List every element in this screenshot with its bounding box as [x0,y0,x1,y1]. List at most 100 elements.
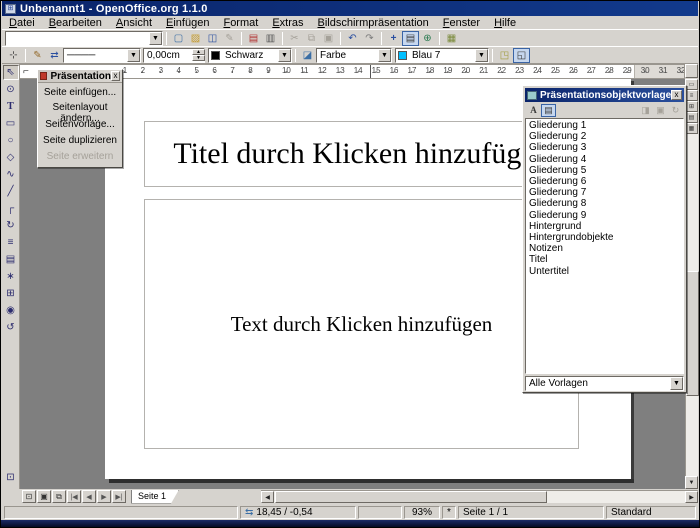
page-template-field[interactable]: Standard [606,506,696,519]
last-page-button[interactable]: ▶| [112,490,126,503]
vertical-scrollbar-thumb[interactable] [686,271,699,396]
line-tool-icon[interactable]: ╱ [3,184,19,199]
style-list-item[interactable]: Gliederung 2 [527,131,683,142]
close-icon[interactable]: x [671,90,682,100]
line-icon[interactable]: ✎ [29,48,46,63]
menu-extras[interactable]: Extras [265,16,310,30]
text-tool-icon[interactable]: T [3,99,19,114]
ruler-corner-button[interactable] [685,64,698,78]
stylist-titlebar[interactable]: Präsentationsobjektvorlagen x [525,88,684,102]
text-placeholder[interactable]: Text durch Klicken hinzufügen [144,199,579,449]
ruler-margin-line[interactable] [370,65,371,79]
layer-mode-button[interactable]: ⧉ [52,490,66,503]
title-placeholder[interactable]: Titel durch Klicken hinzufügen [144,121,579,187]
stylist-window[interactable]: Präsentationsobjektvorlagen x A ▤ ◨ ▣ ↻ … [522,85,687,393]
style-filter-dropdown-icon[interactable]: ▼ [670,377,683,390]
presentation-palette-titlebar[interactable]: Präsentation x [38,70,122,83]
spin-down-icon[interactable]: ▼ [192,55,205,61]
page-mode-button[interactable]: ⊡ [22,490,36,503]
page-tab-seite1[interactable]: Seite 1 [131,490,179,504]
insert-tool-icon[interactable]: ⊞ [3,286,19,301]
gallery-icon[interactable]: ▦ [443,31,460,46]
zoom-level-field[interactable]: 93% [404,506,440,519]
navigator-icon[interactable]: ⊕ [419,31,436,46]
line-width-spinner[interactable]: 0,00cm ▲ ▼ [143,48,205,63]
ruler-origin-icon[interactable]: ⌐ [23,66,29,77]
edit-points-icon[interactable]: ⊹ [5,48,22,63]
close-icon[interactable]: x [111,71,120,81]
menu-format[interactable]: Format [216,16,265,30]
interaction-tool-icon[interactable]: ◉ [3,303,19,318]
zoom-icon[interactable]: + [385,31,402,46]
menu-ansicht[interactable]: Ansicht [109,16,159,30]
graphic-styles-icon[interactable]: A [526,104,541,117]
redo-icon[interactable]: ↷ [361,31,378,46]
print-icon[interactable]: ▥ [262,31,279,46]
animation-tool-icon[interactable]: ↺ [3,320,19,335]
style-list-item[interactable]: Titel [527,254,683,265]
new-style-icon[interactable]: ▣ [653,104,668,117]
line-style-dropdown-icon[interactable]: ▼ [127,49,140,62]
style-list-item[interactable]: Gliederung 3 [527,142,683,153]
title-bar[interactable]: ⊞ Unbenannt1 - OpenOffice.org 1.1.0 [2,1,698,16]
open-file-icon[interactable]: ▨ [187,31,204,46]
new-document-icon[interactable]: ▢ [170,31,187,46]
modify-slide-layout-button[interactable]: Seitenlayout ändern... [38,99,122,115]
next-page-button[interactable]: ▶ [97,490,111,503]
select-tool-icon[interactable]: ⇖ [3,65,19,80]
style-list-item[interactable]: Hintergrundobjekte [527,232,683,243]
style-filter-combobox[interactable]: Alle Vorlagen ▼ [525,376,684,391]
expand-slide-button[interactable]: Seite erweitern [38,147,122,163]
cut-icon[interactable]: ✂ [286,31,303,46]
fill-color-dropdown-icon[interactable]: ▼ [475,49,488,62]
fill-format-mode-icon[interactable]: ◨ [638,104,653,117]
scroll-right-icon[interactable]: ▶ [685,491,698,503]
menu-bildschirmpraesentation[interactable]: Bildschirmpräsentation [311,16,436,30]
alignment-tool-icon[interactable]: ≡ [3,235,19,250]
line-color-combobox[interactable]: Schwarz ▼ [208,48,292,63]
spinner-buttons[interactable]: ▲ ▼ [192,49,204,61]
style-list-item[interactable]: Untertitel [527,266,683,277]
menu-bearbeiten[interactable]: Bearbeiten [42,16,109,30]
menu-fenster[interactable]: Fenster [436,16,487,30]
presentation-palette[interactable]: Präsentation x Seite einfügen... Seitenl… [37,69,123,168]
paste-icon[interactable]: ▣ [320,31,337,46]
export-pdf-icon[interactable]: ▤ [245,31,262,46]
copy-icon[interactable]: ⧉ [303,31,320,46]
menu-einfuegen[interactable]: Einfügen [159,16,216,30]
style-list-item[interactable]: Gliederung 6 [527,176,683,187]
style-list-item[interactable]: Gliederung 9 [527,210,683,221]
object3d-tool-icon[interactable]: ◇ [3,150,19,165]
arrow-style-icon[interactable]: ⇄ [46,48,63,63]
scroll-down-icon[interactable]: ▼ [685,476,698,489]
style-list-item[interactable]: Gliederung 8 [527,198,683,209]
style-list-item[interactable]: Notizen [527,243,683,254]
insert-slide-button[interactable]: Seite einfügen... [38,83,122,99]
preview-icon[interactable]: ◱ [513,48,530,63]
style-list-item[interactable]: Gliederung 1 [527,120,683,131]
style-list-item[interactable]: Gliederung 5 [527,165,683,176]
save-icon[interactable]: ◫ [204,31,221,46]
style-list-item[interactable]: Hintergrund [527,221,683,232]
horizontal-scrollbar-thumb[interactable] [275,491,547,503]
shadow-icon[interactable]: ◳ [496,48,513,63]
gluepoints-tool-icon[interactable]: ⊡ [3,470,19,485]
url-combobox[interactable]: ▼ [5,31,163,46]
menu-hilfe[interactable]: Hilfe [487,16,523,30]
line-color-dropdown-icon[interactable]: ▼ [278,49,291,62]
presentation-styles-icon[interactable]: ▤ [541,104,556,117]
first-page-button[interactable]: |◀ [67,490,81,503]
curve-tool-icon[interactable]: ∿ [3,167,19,182]
fill-style-icon[interactable]: ◪ [299,48,316,63]
duplicate-slide-button[interactable]: Seite duplizieren [38,131,122,147]
stylist-toggle-icon[interactable]: ▤ [402,31,419,46]
fill-color-combobox[interactable]: Blau 7 ▼ [395,48,489,63]
scroll-left-icon[interactable]: ◀ [261,491,274,503]
style-list-item[interactable]: Gliederung 4 [527,154,683,165]
style-list-item[interactable]: Gliederung 7 [527,187,683,198]
line-style-combobox[interactable]: ──── ▼ [63,48,141,63]
url-dropdown-icon[interactable]: ▼ [149,32,162,45]
rectangle-tool-icon[interactable]: ▭ [3,116,19,131]
horizontal-scrollbar-track[interactable]: ◀ ▶ [261,490,698,503]
previous-page-button[interactable]: ◀ [82,490,96,503]
